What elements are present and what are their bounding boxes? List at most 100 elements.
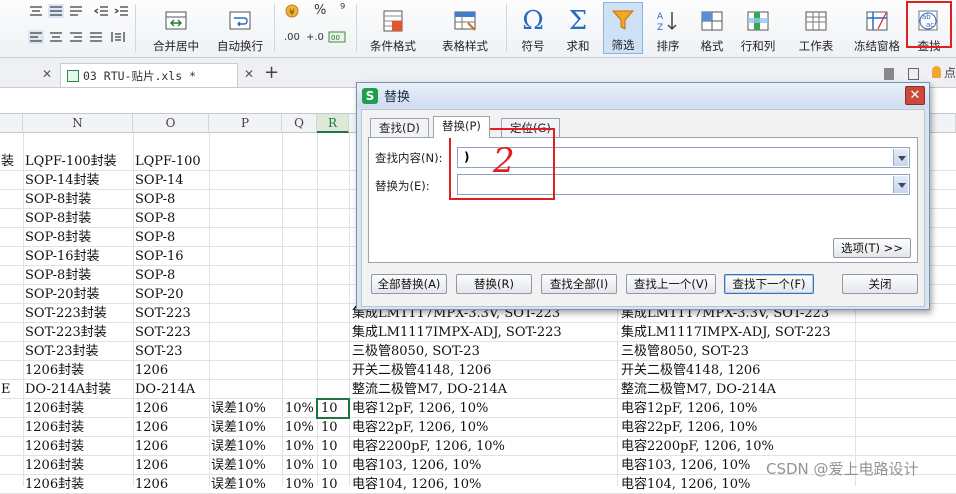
cell-o[interactable]: 1206: [134, 437, 168, 456]
cell-t[interactable]: 电容103, 1206, 10%: [620, 456, 750, 475]
replace-button[interactable]: 替换(R): [456, 274, 532, 294]
right-tool-icon-2[interactable]: [908, 68, 919, 80]
cell-n[interactable]: 1206封装: [24, 399, 84, 418]
cell-o[interactable]: SOP-8: [134, 266, 175, 285]
cell-n[interactable]: SOP-8封装: [24, 228, 91, 247]
cell-t[interactable]: 开关二极管4148, 1206: [620, 361, 760, 380]
cell-o[interactable]: DO-214A: [134, 380, 195, 399]
cell-o[interactable]: SOT-223: [134, 304, 191, 323]
tab-file-close-icon[interactable]: ✕: [244, 67, 254, 81]
find-next-button[interactable]: 查找下一个(F): [724, 274, 814, 294]
cell-s[interactable]: 电容12pF, 1206, 10%: [351, 399, 488, 418]
cell-r[interactable]: 10: [320, 475, 338, 494]
cell-r[interactable]: 10: [320, 456, 338, 475]
align-center-icon[interactable]: [48, 30, 64, 44]
dialog-titlebar[interactable]: S 替换 ✕: [357, 83, 929, 108]
worksheet-button[interactable]: 工作表: [793, 2, 839, 54]
distribute-icon[interactable]: [110, 30, 126, 44]
cell-p[interactable]: 误差10%: [210, 399, 266, 418]
new-tab-button[interactable]: +: [264, 62, 279, 83]
cell-r[interactable]: 10: [320, 418, 338, 437]
cell-q[interactable]: 10%: [284, 399, 314, 418]
justify-icon[interactable]: [88, 30, 104, 44]
cell-n[interactable]: 1206封装: [24, 475, 84, 494]
cell-n[interactable]: SOP-14封装: [24, 171, 100, 190]
cell-p[interactable]: 误差10%: [210, 475, 266, 494]
thousands-button[interactable]: ⁹: [340, 2, 345, 17]
column-header-n[interactable]: N: [23, 114, 133, 133]
cell-t[interactable]: 电容12pF, 1206, 10%: [620, 399, 757, 418]
column-header-o[interactable]: O: [133, 114, 209, 133]
freeze-panes-button[interactable]: 冻结窗格: [850, 2, 904, 54]
cell-p[interactable]: 误差10%: [210, 456, 266, 475]
cell-t[interactable]: 整流二极管M7, DO-214A: [620, 380, 776, 399]
cell-q[interactable]: 10%: [284, 437, 314, 456]
cell-s[interactable]: 电容2200pF, 1206, 10%: [351, 437, 505, 456]
number-format-icon[interactable]: 00: [328, 30, 346, 44]
tab-find[interactable]: 查找(D): [370, 118, 429, 137]
align-bottom-icon[interactable]: [68, 4, 84, 18]
cell-q[interactable]: 10%: [284, 418, 314, 437]
cell-p[interactable]: 误差10%: [210, 418, 266, 437]
cell-r[interactable]: 10: [320, 437, 338, 456]
column-header-r[interactable]: R: [317, 114, 349, 133]
cell-n[interactable]: LQPF-100封装: [24, 152, 117, 171]
cell-s[interactable]: 开关二极管4148, 1206: [351, 361, 491, 380]
cell-s[interactable]: 三极管8050, SOT-23: [351, 342, 480, 361]
wrap-text-button[interactable]: 自动换行: [212, 2, 268, 54]
cell-n[interactable]: 1206封装: [24, 456, 84, 475]
column-header-p[interactable]: P: [209, 114, 282, 133]
cell-n[interactable]: SOT-223封装: [24, 323, 107, 342]
sort-button[interactable]: AZ 排序: [650, 2, 686, 54]
cell-s[interactable]: 整流二极管M7, DO-214A: [351, 380, 507, 399]
cell-q[interactable]: 10%: [284, 475, 314, 494]
cell-n[interactable]: SOP-8封装: [24, 266, 91, 285]
cell-t[interactable]: 电容22pF, 1206, 10%: [620, 418, 757, 437]
symbol-button[interactable]: Ω 符号: [515, 2, 551, 54]
cell-n[interactable]: 1206封装: [24, 361, 84, 380]
tab-replace[interactable]: 替换(P): [433, 116, 490, 138]
cell-n[interactable]: 1206封装: [24, 437, 84, 456]
cell-o[interactable]: 1206: [134, 418, 168, 437]
cell-m[interactable]: 装: [0, 152, 14, 171]
merge-center-button[interactable]: 合并居中: [145, 2, 207, 54]
percent-button[interactable]: %: [314, 3, 326, 18]
cell-q[interactable]: 10%: [284, 456, 314, 475]
find-previous-button[interactable]: 查找上一个(V): [626, 274, 716, 294]
cell-n[interactable]: DO-214A封装: [24, 380, 111, 399]
align-right-icon[interactable]: [68, 30, 84, 44]
align-left-icon[interactable]: [28, 30, 44, 44]
cell-o[interactable]: LQPF-100: [134, 152, 201, 171]
tab-file[interactable]: 03 RTU-贴片.xls *: [60, 63, 238, 87]
cell-s[interactable]: 电容103, 1206, 10%: [351, 456, 481, 475]
replace-all-button[interactable]: 全部替换(A): [371, 274, 447, 294]
cell-o[interactable]: 1206: [134, 456, 168, 475]
cell-n[interactable]: SOP-8封装: [24, 190, 91, 209]
align-top-icon[interactable]: [28, 4, 44, 18]
cell-t[interactable]: 电容104, 1206, 10%: [620, 475, 750, 494]
lightbulb-icon[interactable]: [932, 66, 941, 78]
cell-o[interactable]: SOP-16: [134, 247, 184, 266]
table-style-button[interactable]: 表格样式: [437, 2, 493, 54]
find-all-button[interactable]: 查找全部(I): [541, 274, 617, 294]
tab-close-icon[interactable]: ✕: [42, 67, 52, 81]
conditional-format-button[interactable]: 条件格式: [365, 2, 421, 54]
cell-t[interactable]: 三极管8050, SOT-23: [620, 342, 749, 361]
cell-t[interactable]: 电容2200pF, 1206, 10%: [620, 437, 774, 456]
cell-s[interactable]: 集成LM1117IMPX-ADJ, SOT-223: [351, 323, 562, 342]
cell-n[interactable]: SOT-23封装: [24, 342, 99, 361]
cell-t[interactable]: 集成LM1117IMPX-ADJ, SOT-223: [620, 323, 831, 342]
cell-o[interactable]: SOT-223: [134, 323, 191, 342]
cell-m[interactable]: E: [0, 380, 11, 399]
currency-icon[interactable]: ¥: [284, 3, 304, 18]
cell-o[interactable]: SOP-8: [134, 228, 175, 247]
find-what-dropdown-icon[interactable]: [893, 149, 908, 166]
indent-increase-icon[interactable]: [114, 4, 130, 18]
options-button[interactable]: 选项(T) >>: [833, 238, 911, 258]
filter-button[interactable]: 筛选: [603, 2, 643, 54]
cell-s[interactable]: 电容104, 1206, 10%: [351, 475, 481, 494]
column-header-q[interactable]: Q: [282, 114, 317, 133]
cell-n[interactable]: SOP-20封装: [24, 285, 100, 304]
cell-o[interactable]: SOP-14: [134, 171, 184, 190]
close-button[interactable]: 关闭: [842, 274, 918, 294]
